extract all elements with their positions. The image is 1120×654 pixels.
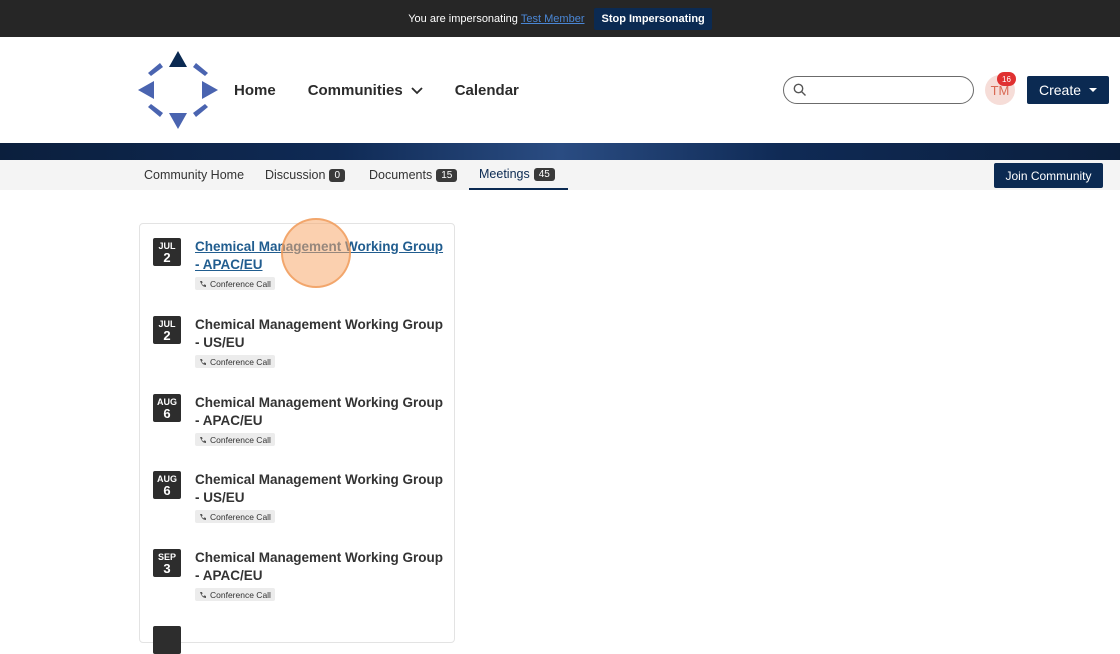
date-badge: AUG 6 [153,471,181,499]
meeting-type-tag: Conference Call [195,588,275,601]
meeting-type-tag: Conference Call [195,277,275,290]
tab-label: Discussion [265,168,326,182]
impersonated-member-link[interactable]: Test Member [521,13,585,25]
documents-count-badge: 15 [436,168,458,182]
notification-count-badge[interactable]: 16 [997,72,1016,86]
date-badge [153,626,181,654]
compass-logo-icon[interactable] [136,49,220,131]
phone-icon [200,513,206,520]
phone-icon [200,591,206,598]
nav-communities[interactable]: Communities [308,82,423,99]
date-day: 3 [163,561,171,576]
tab-community-home[interactable]: Community Home [144,160,244,190]
phone-icon [200,358,206,365]
meeting-type-tag: Conference Call [195,510,275,523]
caret-down-icon [1089,88,1098,92]
community-banner [0,143,1120,160]
tab-discussion[interactable]: Discussion 0 [265,160,345,190]
nav-calendar[interactable]: Calendar [455,82,519,99]
meeting-type-label: Conference Call [210,278,271,289]
phone-icon [200,436,206,443]
main-nav: Home Communities Calendar [234,82,551,99]
impersonation-text: You are impersonating [408,12,518,25]
discussion-count-badge: 0 [329,168,345,182]
date-day: 6 [163,406,171,421]
meetings-count-badge: 45 [533,167,555,181]
date-badge: JUL 2 [153,238,181,266]
create-button[interactable]: Create [1027,76,1109,104]
meeting-type-label: Conference Call [210,511,271,522]
tab-meetings[interactable]: Meetings 45 [469,160,568,190]
nav-communities-label: Communities [307,82,403,99]
meeting-title-link[interactable]: Chemical Management Working Group - US/E… [195,316,445,352]
chevron-down-icon [411,86,423,94]
search-input[interactable] [810,80,965,100]
meeting-type-tag: Conference Call [195,433,275,446]
date-day: 2 [163,250,171,265]
tab-label: Meetings [479,167,530,181]
meeting-type-label: Conference Call [210,356,271,367]
click-indicator [281,218,351,288]
meeting-type-label: Conference Call [210,589,271,600]
search-icon [793,83,806,96]
date-badge: SEP 3 [153,549,181,577]
meeting-type-label: Conference Call [210,434,271,445]
stop-impersonating-button[interactable]: Stop Impersonating [594,7,712,30]
meeting-type-tag: Conference Call [195,355,275,368]
tab-label: Community Home [144,168,245,182]
search-box [783,76,974,104]
date-badge: JUL 2 [153,316,181,344]
join-community-button[interactable]: Join Community [994,163,1103,188]
impersonation-bar: You are impersonating Test Member Stop I… [0,0,1120,37]
meetings-card: JUL 2 Chemical Management Working Group … [139,223,455,654]
meeting-title-link[interactable]: Chemical Management Working Group - APAC… [195,549,445,585]
date-day: 6 [163,483,171,498]
nav-home[interactable]: Home [234,82,276,99]
phone-icon [200,280,206,287]
meeting-title-link[interactable]: Chemical Management Working Group - US/E… [195,471,445,507]
create-button-label: Create [1038,82,1082,98]
date-day: 2 [163,328,171,343]
meeting-title-link[interactable]: Chemical Management Working Group - APAC… [195,394,445,430]
date-badge: AUG 6 [153,394,181,422]
site-header: Home Communities Calendar TM 16 Create [0,37,1120,143]
community-tabs: Community Home Discussion 0 Documents 15… [0,160,1120,190]
tab-documents[interactable]: Documents 15 [369,160,458,190]
tab-label: Documents [369,168,433,182]
